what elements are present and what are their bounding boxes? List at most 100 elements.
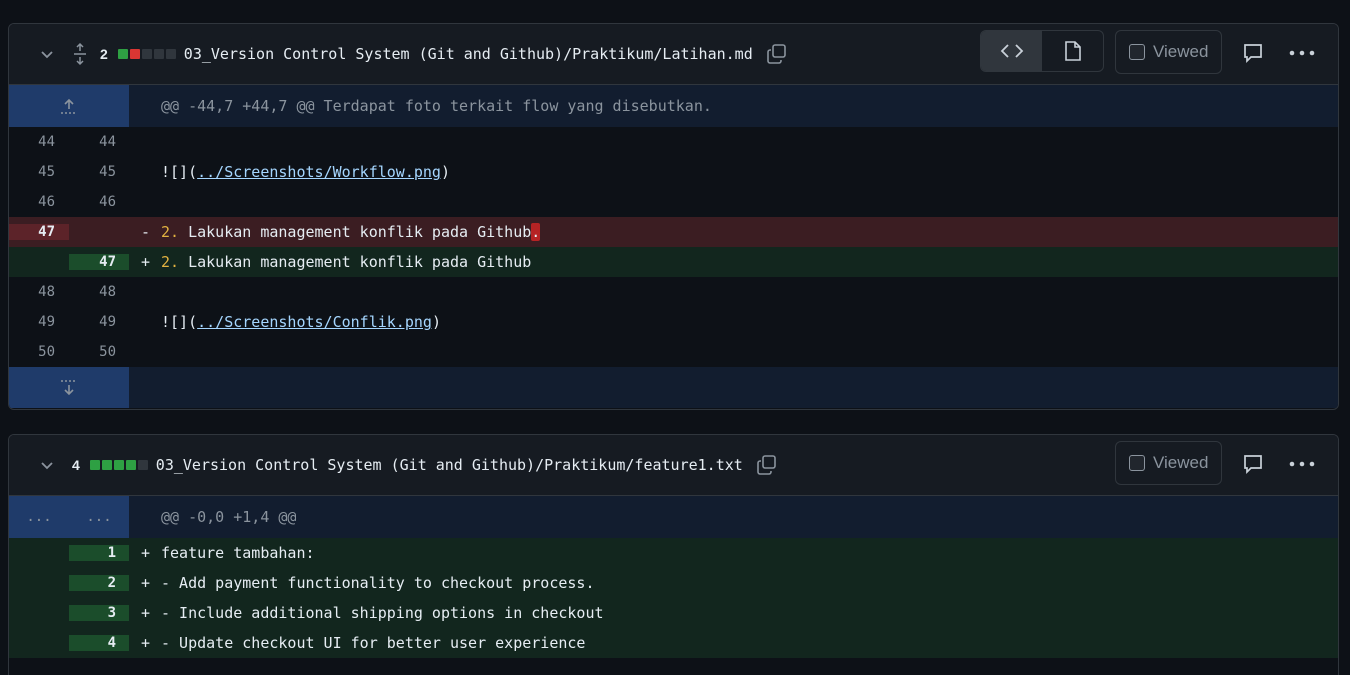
diff-line-added: 1 + feature tambahan: — [9, 538, 1338, 568]
diff-line-added: 47 +2. Lakukan management konflik pada G… — [9, 247, 1338, 277]
diff-table: ... ... @@ -0,0 +1,4 @@ 1 + feature tamba… — [9, 496, 1338, 658]
diff-sign: - — [141, 223, 151, 241]
viewed-checkbox[interactable]: Viewed — [1115, 30, 1222, 74]
diff-line: 48 48 — [9, 277, 1338, 307]
diffstat-blocks — [117, 49, 176, 59]
diff-sign: + — [141, 253, 151, 271]
new-line-number[interactable]: 49 — [69, 314, 129, 330]
old-line-number[interactable]: 47 — [9, 224, 69, 240]
diffstat-added-block — [89, 460, 100, 470]
old-line-number[interactable]: 49 — [9, 314, 69, 330]
viewed-checkbox[interactable]: Viewed — [1115, 441, 1222, 485]
old-line-number[interactable]: 48 — [9, 284, 69, 300]
checkbox-box[interactable] — [1129, 44, 1145, 60]
line-code — [129, 127, 1338, 157]
diff-file-latihan: 2 03_Version Control System (Git and Git… — [8, 23, 1339, 410]
comment-icon[interactable] — [1241, 452, 1265, 476]
file-name-link[interactable]: 03_Version Control System (Git and Githu… — [184, 45, 753, 63]
new-line-number[interactable]: 44 — [69, 134, 129, 150]
line-code: + - Add payment functionality to checkout… — [129, 568, 1338, 598]
diff-sign: + — [141, 544, 151, 562]
checkbox-box[interactable] — [1129, 455, 1145, 471]
line-code: + - Update checkout UI for better user ex… — [129, 628, 1338, 658]
view-toggle — [980, 30, 1104, 72]
deleted-highlight: . — [531, 223, 541, 241]
diff-sign: + — [141, 634, 151, 652]
image-link[interactable]: ../Screenshots/Workflow.png — [197, 163, 441, 181]
new-line-number[interactable]: 48 — [69, 284, 129, 300]
diffstat-added-block — [101, 460, 112, 470]
file-header: 4 03_Version Control System (Git and Git… — [9, 435, 1338, 496]
change-count: 2 — [100, 46, 108, 62]
old-line-number[interactable]: 44 — [9, 134, 69, 150]
code-text: feature tambahan: — [161, 544, 315, 562]
new-line-number[interactable]: 50 — [69, 344, 129, 360]
new-line-number[interactable]: 1 — [69, 545, 129, 561]
copy-icon[interactable] — [755, 453, 779, 477]
line-code: ![](../Screenshots/Workflow.png) — [129, 157, 1338, 187]
diffstat-neutral-block — [137, 460, 148, 470]
hunk-header-text: @@ -44,7 +44,7 @@ Terdapat foto terkait … — [161, 97, 712, 115]
source-view-button[interactable] — [981, 31, 1042, 71]
code-text: ) — [431, 313, 441, 331]
new-line-number[interactable]: 3 — [69, 605, 129, 621]
line-code: -2. Lakukan management konflik pada Gith… — [129, 217, 1338, 247]
code-text: ) — [440, 163, 450, 181]
diff-line-deleted: 47 -2. Lakukan management konflik pada G… — [9, 217, 1338, 247]
expand-all-icon[interactable] — [70, 42, 90, 66]
diff-line: 49 49 ![](../Screenshots/Conflik.png) — [9, 307, 1338, 337]
diff-line: 46 46 — [9, 187, 1338, 217]
diff-file-feature1: 4 03_Version Control System (Git and Git… — [8, 434, 1339, 675]
diff-line-added: 3 + - Include additional shipping options… — [9, 598, 1338, 628]
expand-up-button[interactable] — [9, 85, 129, 127]
hunk-header: ... ... @@ -0,0 +1,4 @@ — [9, 496, 1338, 538]
kebab-menu-icon[interactable] — [1287, 41, 1317, 65]
old-line-number[interactable]: 45 — [9, 164, 69, 180]
file-name-link[interactable]: 03_Version Control System (Git and Githu… — [156, 456, 743, 474]
diff-line: 44 44 — [9, 127, 1338, 157]
code-text: - Add payment functionality to checkout … — [161, 574, 595, 592]
line-code: + - Include additional shipping options i… — [129, 598, 1338, 628]
rich-view-button[interactable] — [1042, 31, 1103, 71]
change-count: 4 — [72, 457, 80, 473]
old-line-number[interactable]: 46 — [9, 194, 69, 210]
comment-icon[interactable] — [1241, 41, 1265, 65]
chevron-down-icon[interactable] — [38, 456, 56, 474]
code-text: ![]( — [161, 313, 198, 331]
diff-line: 50 50 — [9, 337, 1338, 367]
hunk-dots-left: ... — [26, 509, 52, 525]
kebab-menu-icon[interactable] — [1287, 452, 1317, 476]
viewed-label: Viewed — [1153, 42, 1209, 61]
diffstat-neutral-block — [153, 49, 164, 59]
new-line-number[interactable]: 46 — [69, 194, 129, 210]
new-line-number[interactable]: 4 — [69, 635, 129, 651]
diffstat-added-block — [113, 460, 124, 470]
diffstat-added-block — [125, 460, 136, 470]
image-link[interactable]: ../Screenshots/Conflik.png — [197, 313, 432, 331]
code-text: - Update checkout UI for better user exp… — [161, 634, 586, 652]
diff-sign: + — [141, 574, 151, 592]
expand-down-row — [9, 367, 1338, 408]
new-line-number[interactable]: 45 — [69, 164, 129, 180]
diff-line-added: 2 + - Add payment functionality to checko… — [9, 568, 1338, 598]
expand-down-button[interactable] — [9, 367, 129, 408]
line-code — [129, 187, 1338, 217]
line-code: ![](../Screenshots/Conflik.png) — [129, 307, 1338, 337]
hunk-dots-right: ... — [86, 509, 112, 525]
new-line-number[interactable]: 47 — [69, 254, 129, 270]
code-text: ![]( — [161, 163, 198, 181]
copy-icon[interactable] — [765, 42, 789, 66]
new-line-number[interactable]: 2 — [69, 575, 129, 591]
chevron-down-icon[interactable] — [38, 45, 56, 63]
diffstat-blocks — [89, 460, 148, 470]
hunk-header-text: @@ -0,0 +1,4 @@ — [161, 508, 297, 526]
hunk-header: @@ -44,7 +44,7 @@ Terdapat foto terkait … — [9, 85, 1338, 127]
list-number: 2. — [161, 253, 180, 271]
old-line-number[interactable]: 50 — [9, 344, 69, 360]
diffstat-neutral-block — [141, 49, 152, 59]
line-code: + feature tambahan: — [129, 538, 1338, 568]
diff-line-added: 4 + - Update checkout UI for better user … — [9, 628, 1338, 658]
diff-line: 45 45 ![](../Screenshots/Workflow.png) — [9, 157, 1338, 187]
diffstat-added-block — [117, 49, 128, 59]
diffstat-deleted-block — [129, 49, 140, 59]
